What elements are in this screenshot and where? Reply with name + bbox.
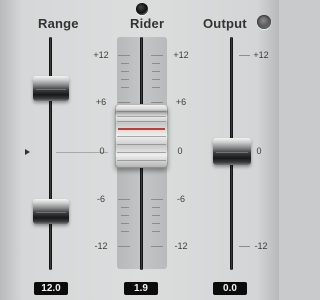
rider-fader-groove — [117, 121, 166, 122]
output-scale-label: +12 — [253, 50, 269, 60]
rider-scale-left-label: -6 — [96, 194, 105, 204]
rider-tick — [152, 207, 160, 208]
rider-scale-right-label: +12 — [173, 50, 189, 60]
range-header: Range — [38, 16, 79, 31]
output-scale-label: -12 — [254, 241, 268, 251]
rider-tick — [152, 215, 160, 216]
rider-tick — [121, 207, 129, 208]
rider-header: Rider — [130, 16, 165, 31]
range-marker-icon — [25, 149, 30, 155]
output-value[interactable]: 0.0 — [213, 282, 247, 295]
rider-scale-right-label: -6 — [176, 194, 185, 204]
rider-indicator-icon[interactable] — [136, 3, 148, 15]
rider-tick — [121, 215, 129, 216]
rider-tick — [152, 223, 160, 224]
rider-tick — [152, 79, 160, 80]
rider-scale-left-label: +12 — [93, 50, 109, 60]
rider-value[interactable]: 1.9 — [124, 282, 158, 295]
rider-fader-groove — [117, 116, 166, 117]
rider-tick — [151, 55, 163, 56]
rider-tick — [151, 102, 163, 103]
rider-scale-right-label: -12 — [174, 241, 188, 251]
rider-fader-indicator-line — [118, 128, 165, 130]
rider-tick — [121, 223, 129, 224]
rider-tick — [151, 199, 163, 200]
range-lower-handle[interactable] — [33, 199, 69, 224]
rider-tick — [152, 87, 160, 88]
range-upper-handle[interactable] — [33, 76, 69, 101]
rider-tick — [121, 87, 129, 88]
rider-tick — [118, 102, 130, 103]
output-indicator-icon[interactable] — [257, 15, 271, 29]
rider-fader-groove — [117, 111, 166, 112]
rider-fader-handle[interactable] — [115, 104, 168, 168]
rider-scale-left-label: 0 — [99, 146, 105, 156]
rider-scale-left-label: -12 — [94, 241, 108, 251]
rider-tick — [121, 231, 129, 232]
rider-tick — [118, 246, 130, 247]
rider-tick — [121, 71, 129, 72]
rider-scale-right-label: +6 — [175, 97, 187, 107]
rider-tick — [152, 71, 160, 72]
output-header: Output — [203, 16, 247, 31]
range-slot[interactable] — [49, 37, 52, 270]
output-fader-handle[interactable] — [213, 138, 251, 165]
rider-fader-groove — [117, 160, 166, 161]
range-value[interactable]: 12.0 — [34, 282, 68, 295]
rider-tick — [121, 63, 129, 64]
rider-fader-groove — [117, 136, 166, 137]
rider-tick — [118, 199, 130, 200]
rider-scale-right-label: 0 — [177, 146, 183, 156]
plugin-panel: Range Rider Output +12 +6 0 -6 -12 +12 +… — [0, 0, 279, 300]
rider-tick — [118, 55, 130, 56]
rider-tick — [152, 63, 160, 64]
rider-fader-groove — [117, 144, 166, 145]
rider-tick — [152, 231, 160, 232]
rider-tick — [121, 79, 129, 80]
rider-fader-groove — [117, 152, 166, 153]
rider-scale-left-label: +6 — [95, 97, 107, 107]
rider-tick — [151, 246, 163, 247]
